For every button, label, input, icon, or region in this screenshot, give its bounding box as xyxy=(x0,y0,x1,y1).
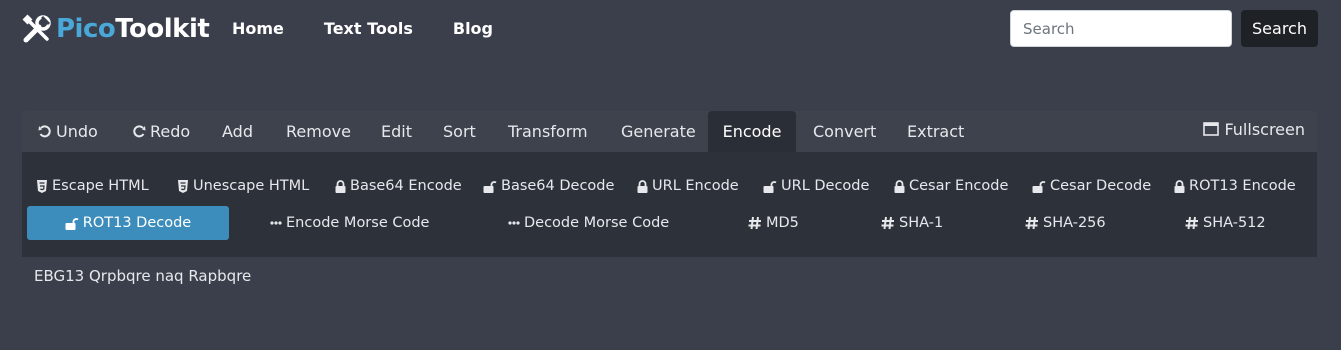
sha512-button[interactable]: SHA-512 xyxy=(1185,206,1266,240)
base64-encode-button[interactable]: Base64 Encode xyxy=(335,170,462,202)
rot13-encode-button[interactable]: ROT13 Encode xyxy=(1174,170,1296,202)
tab-encode[interactable]: Encode xyxy=(708,111,796,152)
fullscreen-label: Fullscreen xyxy=(1224,119,1305,139)
tab-edit[interactable]: Edit xyxy=(381,111,412,152)
editor-text: EBG13 Qrpbqre naq Rapbqre xyxy=(34,267,252,285)
unlock-icon xyxy=(65,217,79,230)
md5-label: MD5 xyxy=(766,215,799,231)
encode-buttons-row-1: Escape HTML Unescape HTML Base64 Encode … xyxy=(22,170,1317,202)
lock-icon xyxy=(894,179,905,193)
lock-icon xyxy=(335,179,346,193)
sha256-label: SHA-256 xyxy=(1043,215,1106,231)
cesar-decode-button[interactable]: Cesar Decode xyxy=(1032,170,1151,202)
unlock-icon xyxy=(763,180,777,193)
decode-morse-label: Decode Morse Code xyxy=(524,215,670,231)
sha256-button[interactable]: SHA-256 xyxy=(1025,206,1106,240)
base64-encode-label: Base64 Encode xyxy=(350,178,462,194)
tab-sort[interactable]: Sort xyxy=(443,111,476,152)
tab-redo-label: Redo xyxy=(150,122,191,141)
logo[interactable]: PicoToolkit xyxy=(22,12,210,46)
tab-transform[interactable]: Transform xyxy=(508,111,588,152)
undo-icon xyxy=(38,124,51,137)
base64-decode-button[interactable]: Base64 Decode xyxy=(483,170,614,202)
hashtag-icon xyxy=(881,216,894,230)
encode-morse-button[interactable]: Encode Morse Code xyxy=(270,206,429,240)
logo-text: PicoToolkit xyxy=(56,14,210,44)
logo-text-toolkit: Toolkit xyxy=(115,14,210,44)
unlock-icon xyxy=(483,180,497,193)
encode-morse-label: Encode Morse Code xyxy=(286,215,430,231)
sha1-label: SHA-1 xyxy=(899,215,944,231)
search-button[interactable]: Search xyxy=(1241,10,1318,47)
lock-icon xyxy=(1174,179,1185,193)
fullscreen-button[interactable]: Fullscreen xyxy=(1203,111,1305,147)
nav-home[interactable]: Home xyxy=(232,19,284,38)
navbar: PicoToolkit Home Text Tools Blog Search xyxy=(0,0,1341,60)
cesar-encode-label: Cesar Encode xyxy=(909,178,1009,194)
tab-generate[interactable]: Generate xyxy=(621,111,696,152)
md5-button[interactable]: MD5 xyxy=(748,206,799,240)
unlock-icon xyxy=(1032,180,1046,193)
sha512-label: SHA-512 xyxy=(1203,215,1266,231)
rot13-decode-label: ROT13 Decode xyxy=(82,215,192,231)
html5-icon xyxy=(178,179,188,193)
unescape-html-label: Unescape HTML xyxy=(193,178,310,194)
tab-add[interactable]: Add xyxy=(222,111,253,152)
cesar-encode-button[interactable]: Cesar Encode xyxy=(894,170,1008,202)
tools-icon xyxy=(22,14,51,43)
url-decode-button[interactable]: URL Decode xyxy=(763,170,869,202)
url-encode-label: URL Encode xyxy=(652,178,739,194)
encode-buttons-row-2: ROT13 Decode Encode Morse Code Decode Mo… xyxy=(22,206,1317,240)
nav-text-tools[interactable]: Text Tools xyxy=(324,19,413,38)
nav-blog[interactable]: Blog xyxy=(453,19,493,38)
redo-icon xyxy=(133,124,146,137)
tab-remove[interactable]: Remove xyxy=(286,111,351,152)
hashtag-icon xyxy=(1185,216,1198,230)
tab-undo-label: Undo xyxy=(56,122,98,141)
tool-panel: Undo Redo Add Remove Edit Sort Transform… xyxy=(22,111,1317,350)
escape-html-button[interactable]: Escape HTML xyxy=(36,170,149,202)
base64-decode-label: Base64 Decode xyxy=(501,178,615,194)
tab-redo[interactable]: Redo xyxy=(132,111,190,152)
url-decode-label: URL Decode xyxy=(781,178,870,194)
cesar-decode-label: Cesar Decode xyxy=(1050,178,1152,194)
rot13-decode-button[interactable]: ROT13 Decode xyxy=(27,206,229,240)
rot13-encode-label: ROT13 Encode xyxy=(1189,178,1296,194)
html5-icon xyxy=(37,179,47,193)
nav-links: Home Text Tools Blog xyxy=(232,19,533,38)
lock-icon xyxy=(637,179,648,193)
escape-html-label: Escape HTML xyxy=(52,178,149,194)
tab-undo[interactable]: Undo xyxy=(38,111,98,152)
hashtag-icon xyxy=(1025,216,1038,230)
search-input[interactable] xyxy=(1010,10,1232,47)
text-editor[interactable]: EBG13 Qrpbqre naq Rapbqre xyxy=(22,257,1317,350)
tab-convert[interactable]: Convert xyxy=(813,111,876,152)
tab-bar: Undo Redo Add Remove Edit Sort Transform… xyxy=(22,111,1317,152)
decode-morse-button[interactable]: Decode Morse Code xyxy=(508,206,669,240)
url-encode-button[interactable]: URL Encode xyxy=(637,170,739,202)
ellipsis-icon xyxy=(508,221,520,225)
unescape-html-button[interactable]: Unescape HTML xyxy=(177,170,309,202)
tab-extract[interactable]: Extract xyxy=(907,111,964,152)
logo-text-pico: Pico xyxy=(56,14,116,44)
window-icon xyxy=(1203,122,1220,136)
sha1-button[interactable]: SHA-1 xyxy=(881,206,943,240)
ellipsis-icon xyxy=(270,221,282,225)
hashtag-icon xyxy=(748,216,761,230)
